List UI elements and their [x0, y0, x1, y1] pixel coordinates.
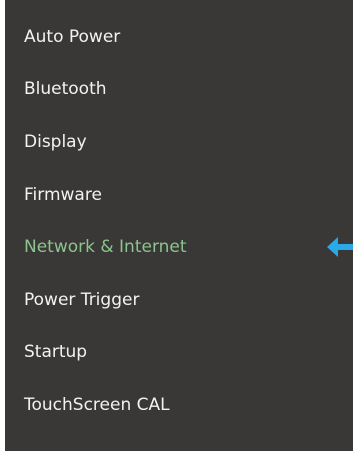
menu-item-auto-power[interactable]: Auto Power: [24, 21, 120, 53]
menu-item-bluetooth[interactable]: Bluetooth: [24, 73, 107, 105]
menu-item-display[interactable]: Display: [24, 126, 87, 158]
menu-item-touchscreen-cal[interactable]: TouchScreen CAL: [24, 389, 170, 421]
menu-item-startup[interactable]: Startup: [24, 336, 87, 368]
menu-item-firmware[interactable]: Firmware: [24, 179, 102, 211]
arrow-left-icon: [327, 237, 353, 257]
menu-item-network-internet[interactable]: Network & Internet: [24, 231, 187, 263]
settings-menu-panel: Auto Power Bluetooth Display Firmware Ne…: [5, 0, 353, 451]
menu-item-power-trigger[interactable]: Power Trigger: [24, 284, 139, 316]
